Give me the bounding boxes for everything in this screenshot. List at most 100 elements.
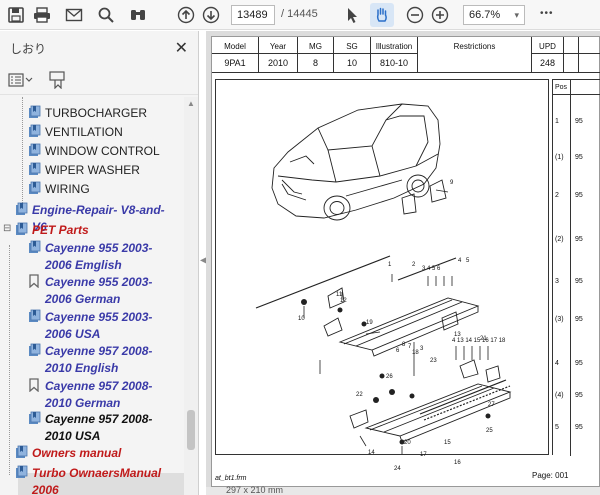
bookmark-page-icon (16, 222, 28, 235)
callout-number: 18 (412, 350, 419, 356)
main-toolbar: 13489 / 14445 66.7% ▾ ••• (0, 0, 600, 30)
callout-number: 10 (298, 316, 305, 322)
chevron-down-icon: ▾ (514, 9, 519, 20)
bookmark-item[interactable]: TURBOCHARGER (27, 105, 170, 122)
bookmark-label: VENTILATION (45, 125, 123, 139)
position-number: 3 (555, 278, 559, 285)
position-column: Pos 1 95 (1) 95 2 95 (2) 95 3 95 (3) 95 4 95 (4) 95 5 95 (552, 79, 600, 456)
year-label: Year (269, 42, 287, 51)
bookmark-page-icon (29, 143, 41, 156)
previous-page-icon[interactable] (174, 3, 198, 27)
bookmarks-header: しおり ✕ (0, 31, 198, 65)
part-number-prefix: 95 (575, 192, 583, 199)
mg-label: MG (309, 42, 322, 51)
bookmark-item[interactable]: Cayenne 957 2008-2010 USA (27, 411, 170, 445)
more-tools-icon[interactable]: ••• (540, 8, 554, 19)
bookmark-page-icon (29, 124, 41, 137)
print-icon[interactable] (30, 3, 54, 27)
next-page-icon[interactable] (199, 3, 223, 27)
callout-number: 16 (454, 460, 461, 466)
bookmark-item[interactable]: Cayenne 957 2008-2010 German (27, 378, 170, 412)
zoom-in-icon[interactable] (428, 3, 452, 27)
bookmark-page-icon (16, 445, 28, 458)
extra-cell (564, 37, 600, 73)
tree-guide-line (22, 97, 23, 205)
collapse-toggle[interactable]: ⊟ (3, 223, 11, 234)
position-number: (3) (555, 316, 564, 323)
position-number: (4) (555, 392, 564, 399)
illustration-value: 810-10 (379, 58, 409, 68)
callout-number: 22 (356, 392, 363, 398)
part-number-prefix: 95 (575, 118, 583, 125)
callout-range: 4 13 14 15 16 17 18 (452, 338, 506, 344)
year-value: 2010 (267, 58, 289, 68)
sidebar-scroll-thumb[interactable] (187, 410, 195, 450)
model-cell: Model 9PA1 (212, 37, 259, 72)
bookmark-item[interactable]: Cayenne 955 2003-2006 German (27, 274, 170, 308)
bookmark-page-icon (29, 240, 41, 253)
page-footer-number: Page: 001 (532, 471, 569, 480)
bookmark-item[interactable]: Owners manual (14, 445, 170, 462)
callout-number: 24 (394, 466, 401, 472)
callout-number: 8 (402, 342, 406, 348)
add-bookmark-icon[interactable] (48, 70, 68, 89)
bookmark-item[interactable]: Cayenne 957 2008-2010 English (27, 343, 170, 377)
zoom-level-select[interactable]: 66.7% ▾ (463, 5, 525, 25)
part-number-prefix: 95 (575, 424, 583, 431)
bookmarks-toolbar (0, 65, 198, 95)
bookmark-item[interactable]: Cayenne 955 2003-2006 Emglish (27, 240, 170, 274)
bookmark-options-icon[interactable] (8, 72, 34, 88)
callout-number: 15 (444, 440, 451, 446)
parts-diagram: 9 1 2 3 4 5 6 7 8 10 11 12 13 14 15 16 17 18 19 20 21 22 23 24 2… (215, 79, 549, 472)
zoom-out-icon[interactable] (403, 3, 427, 27)
part-number-prefix: 95 (575, 392, 583, 399)
hand-tool-icon[interactable] (370, 3, 394, 27)
callout-number: 2 (412, 262, 416, 268)
illustration-cell: Illustration 810-10 (371, 37, 418, 72)
bookmark-item[interactable]: WIPER WASHER (27, 162, 170, 179)
close-icon[interactable]: ✕ (175, 38, 188, 58)
bookmark-page-icon (29, 181, 41, 194)
tree-guide-line (9, 245, 10, 475)
callout-number: 7 (408, 344, 412, 350)
file-reference: at_bt1.frm (215, 475, 247, 482)
year-cell: Year 2010 (259, 37, 298, 72)
callout-number: 27 (488, 402, 495, 408)
callout-number: 9 (450, 180, 454, 186)
scroll-up-arrow[interactable]: ▲ (187, 99, 195, 108)
pdf-page: Model 9PA1 Year 2010 MG 8 SG 10 Illustra… (211, 36, 600, 487)
bookmark-item[interactable]: VENTILATION (27, 124, 170, 141)
position-header-divider (553, 94, 600, 95)
bookmark-page-icon (16, 465, 28, 478)
find-binoculars-icon[interactable] (126, 3, 150, 27)
bookmark-item[interactable]: Turbo OwnaersManual 2006 (14, 465, 170, 495)
callout-number: 23 (430, 358, 437, 364)
bookmark-label: Cayenne 957 2008-2010 German (45, 379, 153, 410)
bookmark-item[interactable]: WINDOW CONTROL (27, 143, 170, 160)
bookmark-label: Cayenne 955 2003-2006 USA (45, 310, 153, 341)
part-number-prefix: 95 (575, 360, 583, 367)
bookmark-label: Turbo OwnaersManual 2006 (32, 466, 162, 495)
upd-label: UPD (539, 42, 556, 51)
bookmark-icon (29, 274, 39, 288)
bookmark-item[interactable]: WIRING (27, 181, 170, 198)
bookmark-page-icon (29, 309, 41, 322)
save-icon[interactable] (4, 3, 28, 27)
bookmark-item[interactable]: Cayenne 955 2003-2006 USA (27, 309, 170, 343)
search-icon[interactable] (94, 3, 118, 27)
email-icon[interactable] (62, 3, 86, 27)
bookmarks-title: しおり (10, 41, 47, 56)
mg-cell: MG 8 (298, 37, 334, 72)
model-value: 9PA1 (224, 58, 246, 68)
exploded-view-drawing (255, 103, 512, 466)
page-number-input[interactable]: 13489 (231, 5, 275, 25)
callout-number: 17 (420, 452, 427, 458)
callout-number: 26 (386, 374, 393, 380)
sg-cell: SG 10 (334, 37, 371, 72)
bookmark-page-icon (29, 105, 41, 118)
select-cursor-icon[interactable] (340, 3, 364, 27)
bookmark-item[interactable]: PET Parts (14, 222, 170, 239)
restrictions-label: Restrictions (453, 42, 496, 51)
position-number: 1 (555, 118, 559, 125)
extra-cell-divider (578, 37, 579, 73)
